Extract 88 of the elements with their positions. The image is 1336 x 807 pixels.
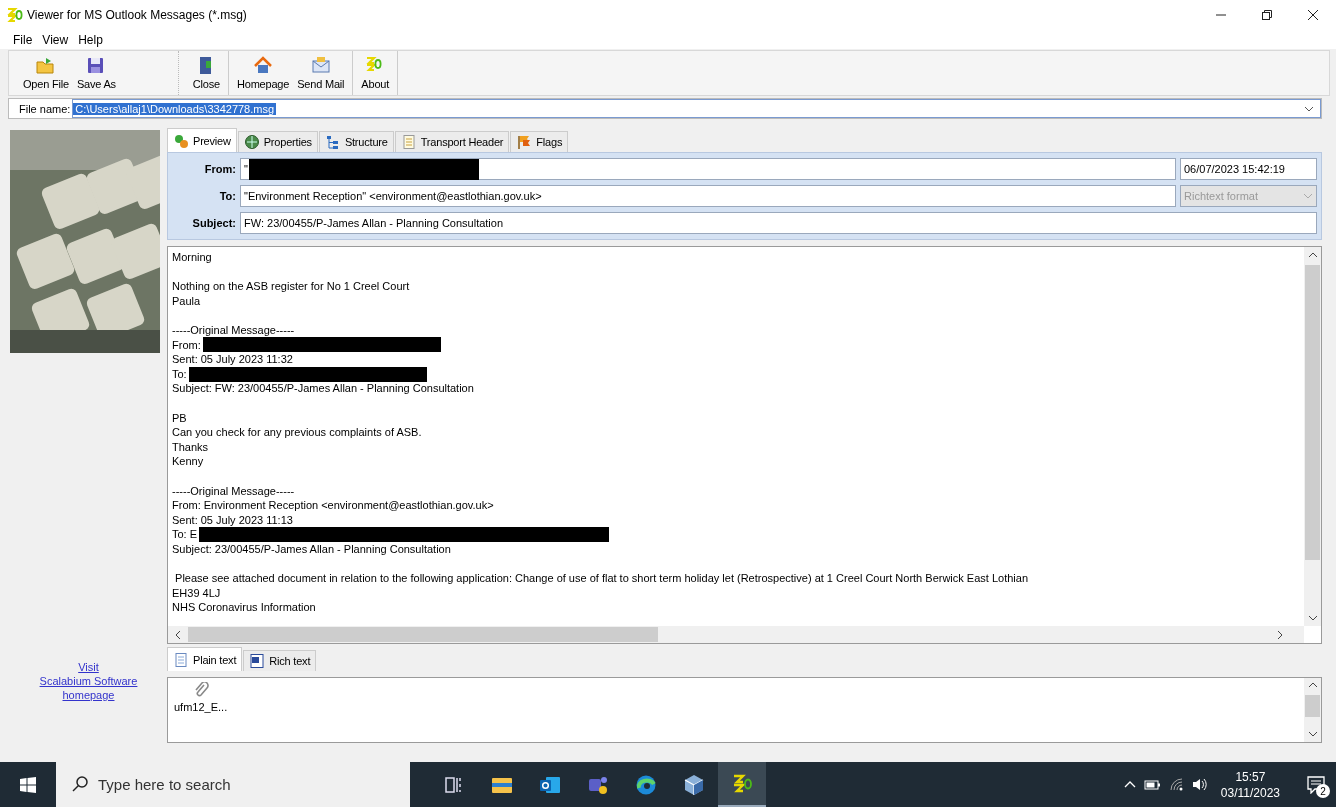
homepage-link[interactable]: Visit Scalabium Software homepage bbox=[25, 660, 138, 702]
wifi-icon bbox=[1168, 777, 1184, 792]
toolbar-button[interactable]: Homepage bbox=[233, 51, 294, 95]
app-logo-icon bbox=[6, 7, 23, 23]
message-line: -----Original Message----- bbox=[172, 483, 296, 499]
scrollbar-thumb[interactable] bbox=[1305, 265, 1320, 560]
message-line: From: bbox=[172, 337, 201, 353]
message-line: -----Original Message----- bbox=[172, 322, 296, 338]
cube-icon bbox=[683, 773, 705, 796]
restore-icon bbox=[1261, 9, 1273, 21]
taskbar-app-button[interactable] bbox=[718, 762, 766, 807]
battery-icon bbox=[1143, 778, 1161, 791]
tab[interactable]: Rich text bbox=[243, 650, 317, 671]
search-field[interactable]: Type here to search bbox=[56, 762, 410, 807]
message-line: NHS Coronavirus Information bbox=[172, 600, 317, 615]
leaves-icon bbox=[173, 132, 189, 149]
message-line: Nothing on the ASB register for No 1 Creel Court bbox=[172, 279, 411, 294]
message-line: Can you check for any previous complaints of ASB. bbox=[172, 425, 423, 440]
subject-field[interactable]: FW: 23/00455/P-James Allan - Planning Consultation bbox=[240, 212, 1317, 234]
date-field[interactable]: 06/07/2023 15:42:19 bbox=[1180, 158, 1317, 180]
message-line: From: Environment Reception <environment@eastlothian.gov.uk> bbox=[172, 498, 495, 513]
caret-icon bbox=[1303, 192, 1313, 200]
notification-count: 2 bbox=[1316, 784, 1330, 798]
caret-icon bbox=[1304, 104, 1314, 113]
field-label: File name: bbox=[19, 102, 71, 115]
folder-icon bbox=[35, 56, 56, 75]
message-line: PB bbox=[172, 410, 188, 426]
scrollbar-thumb[interactable] bbox=[1305, 695, 1320, 717]
file-name-field[interactable]: C:\Users\allaj1\Downloads\3342778.msg bbox=[72, 99, 1321, 118]
browser-icon bbox=[635, 773, 657, 796]
message-line: Paula bbox=[172, 293, 202, 309]
toolbar-button[interactable]: Close bbox=[188, 51, 224, 95]
tab[interactable]: Transport Header bbox=[394, 131, 510, 152]
tab[interactable]: Flags bbox=[510, 131, 569, 152]
menu-item[interactable]: Help bbox=[73, 32, 108, 47]
paperclip-icon bbox=[192, 682, 209, 698]
message-line: To: E bbox=[172, 527, 198, 542]
toolbar-button[interactable]: Save As bbox=[72, 51, 120, 95]
scroll-right-icon bbox=[1276, 629, 1284, 640]
message-icon bbox=[1307, 775, 1325, 794]
scroll-up-icon bbox=[1307, 251, 1318, 259]
app-logo-icon bbox=[731, 772, 753, 795]
flags-icon bbox=[516, 134, 533, 150]
clock[interactable]: 15:57 03/11/2023 bbox=[1220, 768, 1280, 801]
tab[interactable]: Preview bbox=[167, 128, 237, 152]
attachment-name[interactable]: ufm12_E... bbox=[174, 701, 228, 713]
scroll-down-icon bbox=[1307, 614, 1318, 622]
scroll-down-icon bbox=[1307, 730, 1318, 738]
message-line: Subject: 23/00455/P-James Allan - Planning Consultation bbox=[172, 541, 452, 557]
scroll-up-icon bbox=[1307, 681, 1318, 689]
search-icon bbox=[72, 776, 88, 792]
close-icon bbox=[1307, 9, 1319, 21]
toolbar-button[interactable]: About bbox=[357, 51, 394, 95]
windows-logo-icon bbox=[20, 776, 36, 793]
to-field[interactable]: "Environment Reception" <environment@eastlothian.gov.uk> bbox=[240, 185, 1176, 207]
tab[interactable]: Structure bbox=[318, 131, 394, 152]
window-title: Viewer for MS Outlook Messages (*.msg) bbox=[27, 8, 247, 22]
message-line: Sent: 05 July 2023 11:13 bbox=[172, 512, 294, 528]
message-line: Thanks bbox=[172, 439, 210, 455]
page-icon bbox=[173, 651, 189, 668]
message-line: Sent: 05 July 2023 11:32 bbox=[172, 352, 294, 367]
toolbar-button[interactable]: Send Mail bbox=[293, 51, 349, 95]
page-icon bbox=[400, 134, 417, 150]
chevron-up-icon bbox=[1123, 780, 1136, 789]
menu-item[interactable]: View bbox=[37, 32, 74, 47]
field-label: Subject: bbox=[191, 217, 236, 229]
message-line: Kenny bbox=[172, 454, 205, 469]
message-line: Subject: FW: 23/00455/P-James Allan - Planning Consultation bbox=[172, 381, 475, 396]
tree-icon bbox=[324, 134, 341, 150]
notifications-button[interactable]: 2 bbox=[1296, 762, 1336, 807]
message-line: EH39 4LJ bbox=[172, 585, 222, 601]
scroll-left-icon bbox=[174, 629, 182, 640]
from-field[interactable]: " bbox=[240, 158, 1176, 180]
message-line: Morning bbox=[172, 250, 213, 265]
globe-icon bbox=[243, 134, 260, 150]
tab[interactable]: Properties bbox=[237, 131, 318, 152]
document-icon bbox=[249, 653, 266, 669]
speaker-icon bbox=[1191, 777, 1207, 792]
tab[interactable]: Plain text bbox=[167, 647, 243, 671]
field-label: From: bbox=[203, 163, 236, 175]
envelope-icon bbox=[310, 56, 331, 75]
scrollbar-thumb[interactable] bbox=[188, 627, 658, 642]
message-line: Please see attached document in relation to the following application: Change of use of flat to short term holiday let (Retrospective) at 1 Creel Court North Berwick East Lothian bbox=[174, 571, 1029, 586]
message-line: To: bbox=[172, 366, 187, 382]
menu-item[interactable]: File bbox=[8, 32, 38, 47]
toolbar-button[interactable]: Open File bbox=[19, 51, 73, 95]
house-icon bbox=[253, 56, 274, 75]
field-label: To: bbox=[218, 190, 236, 202]
